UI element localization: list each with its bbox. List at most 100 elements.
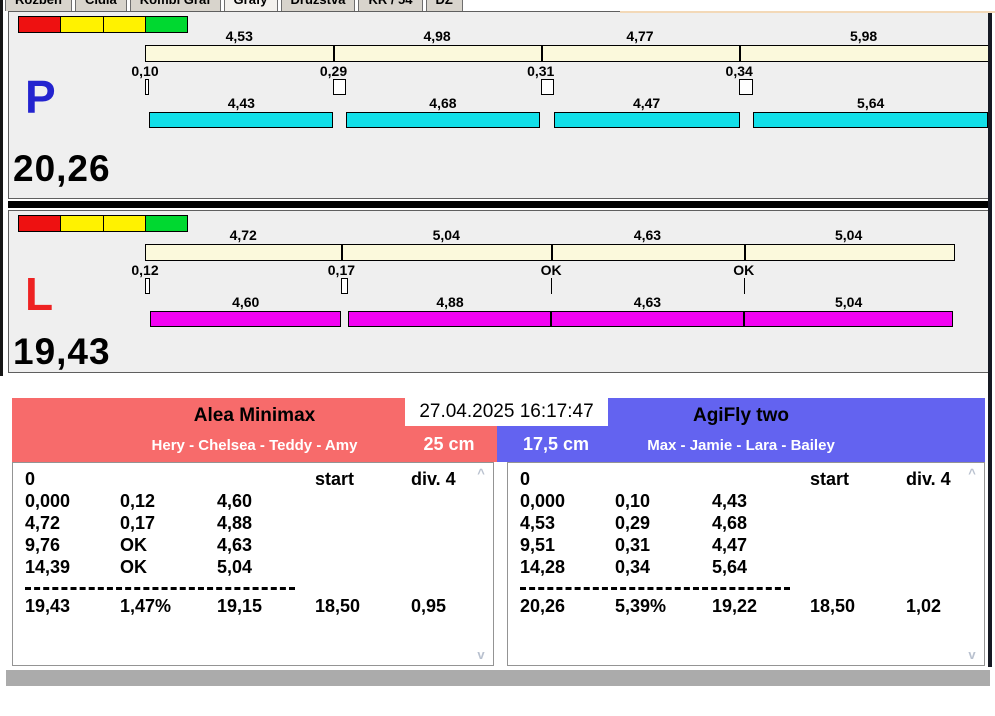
table-cell: 0,17 — [120, 513, 156, 533]
results-table-right-body: 0 start div. 4 0,000 0,10 4,43 4,53 0,29 4,68 9,5… — [508, 463, 984, 617]
table-cell — [810, 534, 906, 556]
category-badge-left: 25 cm — [423, 434, 475, 454]
table-cell: 0,31 — [615, 535, 651, 555]
traffic-cell-1 — [60, 216, 103, 231]
split-bar-divider — [540, 46, 543, 61]
window-left-edge — [0, 0, 3, 376]
split-time-label: 5,98 — [849, 28, 878, 44]
table-cell: 0 — [25, 469, 36, 489]
run-time-bar — [743, 311, 954, 327]
table-cell — [217, 468, 315, 490]
table-cell: start — [315, 469, 355, 489]
tab-kr-54[interactable]: KR / 54 — [358, 0, 423, 11]
split-bar-divider — [551, 245, 554, 260]
scroll-up-icon[interactable]: ^ — [474, 466, 488, 481]
tab-kombi-graf[interactable]: Kombi Graf — [129, 0, 221, 11]
table-cell: 0 — [520, 469, 531, 489]
split-time-label: 5,04 — [432, 227, 460, 243]
table-cell — [615, 468, 712, 490]
table-cell — [411, 534, 491, 556]
table-cell: 1,47% — [120, 596, 172, 616]
table-cell: 4,53 — [520, 513, 556, 533]
exchange-time-label: 0,12 — [131, 262, 159, 278]
exchange-loss-box — [145, 79, 150, 95]
traffic-cell-0 — [19, 216, 61, 231]
table-cell — [411, 490, 491, 512]
traffic-cell-0 — [19, 17, 61, 32]
run-time-bar — [551, 311, 744, 327]
table-cell — [315, 490, 411, 512]
results-table-left: 0 start div. 4 0,000 0,12 4,60 4,72 0,17 4,88 9,7… — [12, 462, 494, 666]
panel-l-total-time: 19,43 — [13, 331, 111, 372]
tab-dru-stv-[interactable]: Družstvá — [280, 0, 356, 11]
table-cell: 0,000 — [25, 491, 71, 511]
run-time-label: 4,60 — [232, 294, 260, 310]
table-cell: 14,39 — [25, 557, 71, 577]
table-cell: 4,43 — [712, 491, 748, 511]
table-cell: 4,72 — [25, 513, 61, 533]
table-cell — [906, 534, 986, 556]
exchange-time-label: 0,34 — [725, 63, 753, 79]
table-cell: 9,76 — [25, 535, 61, 555]
exchange-time-label: 0,10 — [131, 63, 159, 79]
table-cell: 9,51 — [520, 535, 556, 555]
split-bar — [145, 244, 956, 261]
exchange-loss-box — [341, 278, 349, 294]
table-cell: 18,50 — [315, 596, 361, 616]
panel-p: P 20,26 4,53 0,10 4,43 4,98 0,29 4,68 4,77 0,31… — [8, 11, 990, 199]
run-time-bar — [553, 112, 740, 128]
tab-rozbeh[interactable]: Rozbeh — [5, 0, 72, 11]
table-row: 0,000 0,12 4,60 — [25, 490, 493, 512]
split-time-label: 4,98 — [423, 28, 451, 44]
traffic-cell-2 — [102, 216, 145, 231]
tab-dz[interactable]: DZ — [425, 0, 463, 11]
run-time-label: 4,43 — [227, 95, 255, 111]
table-cell: 18,50 — [810, 596, 856, 616]
results-table-left-body: 0 start div. 4 0,000 0,12 4,60 4,72 0,17 4,88 9,7… — [13, 463, 493, 617]
table-totals-row: 19,43 1,47% 19,15 18,50 0,95 — [25, 595, 493, 617]
tab-grafy[interactable]: Grafy — [223, 0, 278, 11]
table-header-row: 0 start div. 4 — [25, 468, 493, 490]
split-time-label: 4,72 — [229, 227, 257, 243]
run-bar-divider — [550, 311, 553, 327]
panel-l: L 19,43 4,72 0,12 4,60 5,04 0,17 4,88 4,63 OK 4,… — [8, 210, 990, 373]
table-cell: 0,34 — [615, 557, 651, 577]
traffic-cell-1 — [60, 17, 103, 32]
table-cell: 0,000 — [520, 491, 566, 511]
tab-cidla[interactable]: Cidla — [74, 0, 127, 11]
table-row: 0,000 0,10 4,43 — [520, 490, 984, 512]
split-bar-divider — [739, 46, 742, 61]
table-cell: 5,39% — [615, 596, 667, 616]
panel-p-total-time: 20,26 — [13, 148, 111, 189]
category-badge-right: 17,5 cm — [522, 434, 590, 454]
panel-l-bar-chart: 4,72 0,12 4,60 5,04 0,17 4,88 4,63 OK 4,63 5,04 OK… — [131, 227, 988, 341]
scroll-down-icon[interactable]: v — [474, 647, 488, 662]
table-cell: 0,12 — [120, 491, 156, 511]
run-time-bar — [348, 311, 552, 327]
split-bar-divider — [333, 46, 336, 61]
table-cell: 0,95 — [411, 596, 447, 616]
panel-l-letter: L — [25, 268, 54, 320]
table-cell — [906, 512, 986, 534]
exchange-loss-box — [145, 278, 150, 294]
scroll-down-icon[interactable]: v — [965, 647, 979, 662]
table-row: 9,51 0,31 4,47 — [520, 534, 984, 556]
table-cell: 5,64 — [712, 557, 748, 577]
table-row: 4,53 0,29 4,68 — [520, 512, 984, 534]
panel-separator — [8, 201, 990, 208]
table-divider — [25, 587, 295, 590]
scroll-up-icon[interactable]: ^ — [965, 466, 979, 481]
table-cell: 19,43 — [25, 596, 71, 616]
run-bar-divider — [742, 311, 745, 327]
table-cell — [411, 512, 491, 534]
bottom-status-strip — [6, 670, 990, 686]
app-window: RozbehCidlaKombi GrafGrafyDružstváKR / 5… — [0, 0, 995, 716]
table-cell — [411, 556, 491, 578]
table-cell: 4,47 — [712, 535, 748, 555]
split-time-label: 5,04 — [834, 227, 863, 243]
table-cell: 4,68 — [712, 513, 748, 533]
split-bar-divider — [341, 245, 344, 260]
table-cell — [810, 490, 906, 512]
table-cell — [712, 468, 810, 490]
table-cell — [120, 468, 217, 490]
